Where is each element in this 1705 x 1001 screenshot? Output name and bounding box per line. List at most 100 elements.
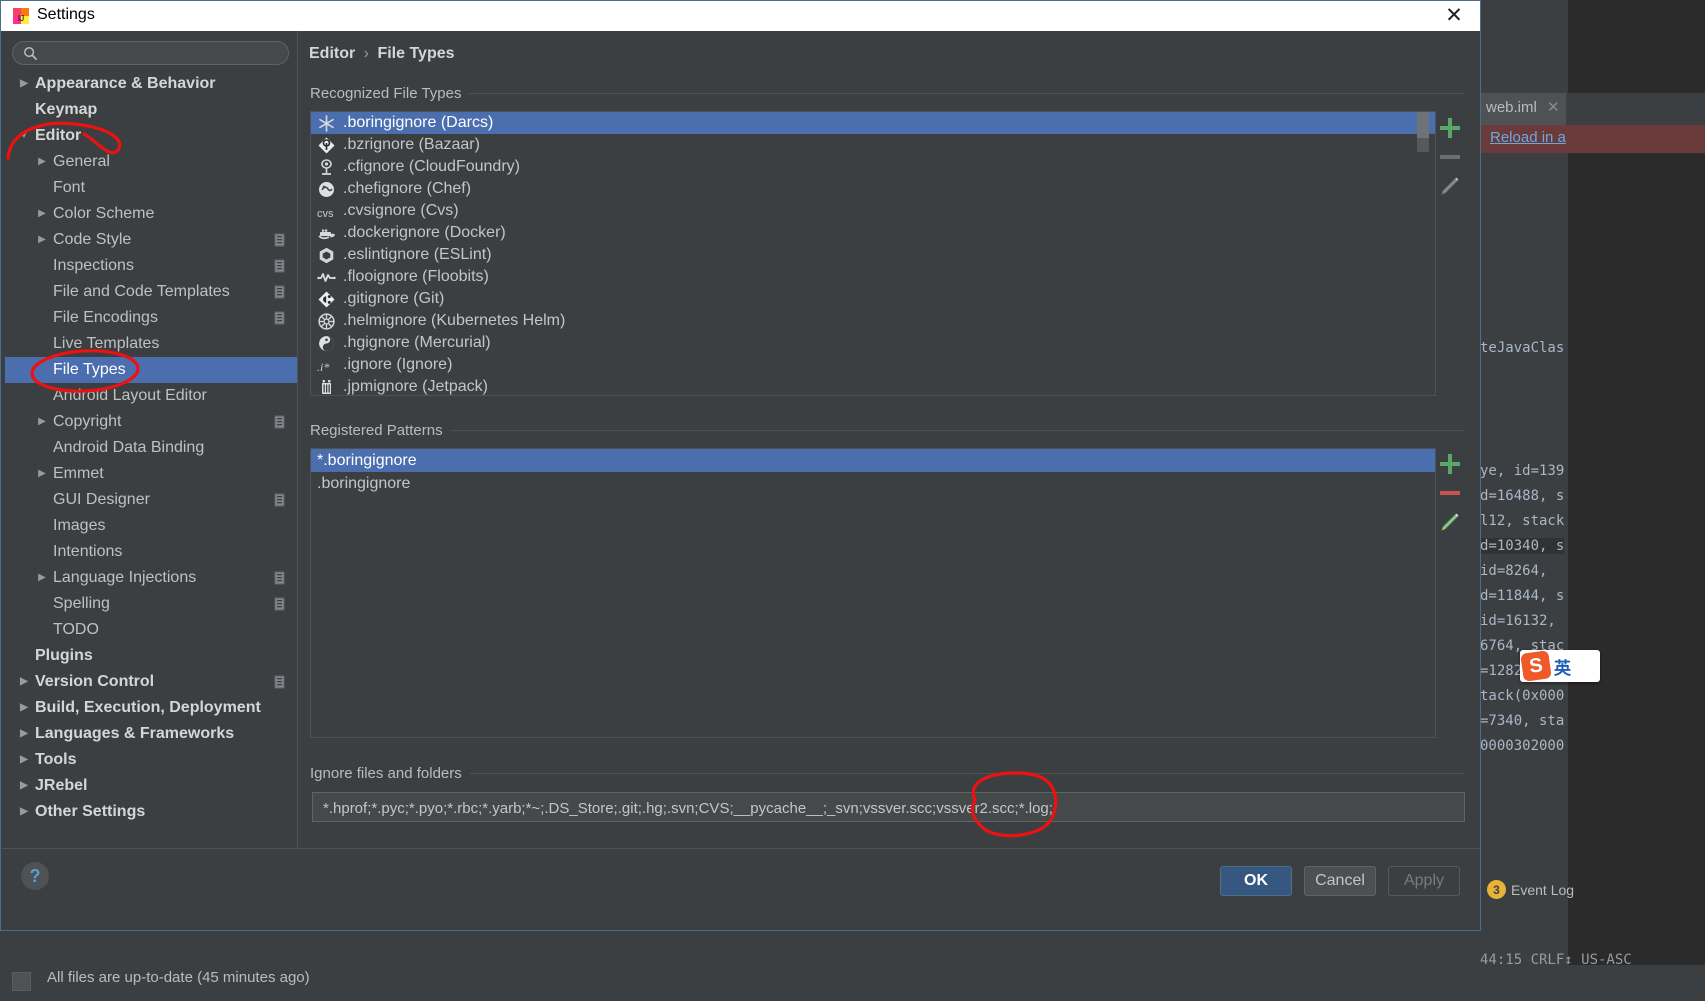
chevron-right-icon[interactable]: ▶: [17, 747, 31, 773]
chevron-right-icon[interactable]: ▶: [35, 201, 49, 227]
status-bar-toggle[interactable]: [12, 972, 31, 991]
pattern-row[interactable]: .boringignore: [311, 472, 1435, 495]
sidebar-item-build-execution-deployment[interactable]: ▶ Build, Execution, Deployment: [5, 695, 297, 721]
chevron-right-icon[interactable]: ▶: [35, 409, 49, 435]
sidebar-item-live-templates[interactable]: Live Templates: [5, 331, 297, 357]
chevron-right-icon[interactable]: ▶: [17, 695, 31, 721]
ok-button[interactable]: OK: [1220, 866, 1292, 896]
edit-file-type-button[interactable]: [1437, 173, 1463, 199]
sidebar-item-label: General: [53, 153, 110, 170]
sidebar-item-android-layout-editor[interactable]: Android Layout Editor: [5, 383, 297, 409]
file-type-row[interactable]: .jpmignore (Jetpack): [311, 376, 1435, 395]
chevron-right-icon[interactable]: ▶: [17, 799, 31, 825]
chevron-right-icon[interactable]: ▶: [17, 773, 31, 799]
file-type-label: .dockerignore (Docker): [343, 224, 506, 241]
chevron-right-icon[interactable]: ▶: [17, 669, 31, 695]
add-file-type-button[interactable]: [1437, 115, 1463, 141]
dialog-titlebar: IJ Settings ✕: [1, 1, 1480, 31]
sidebar-item-font[interactable]: Font: [5, 175, 297, 201]
settings-tree[interactable]: ▶ Appearance & Behavior Keymap ▼ Editor ▶ Gene…: [5, 71, 297, 848]
recognized-scrollbar-track[interactable]: [1417, 112, 1429, 395]
remove-pattern-button[interactable]: [1437, 480, 1463, 506]
sidebar-item-label: Version Control: [35, 673, 155, 690]
sidebar-item-file-and-code-templates[interactable]: File and Code Templates: [5, 279, 297, 305]
sidebar-item-label: Spelling: [53, 595, 110, 612]
file-type-row[interactable]: .boringignore (Darcs): [311, 112, 1435, 134]
sidebar-item-tools[interactable]: ▶ Tools: [5, 747, 297, 773]
registered-patterns-list[interactable]: *.boringignore .boringignore: [310, 448, 1436, 738]
chevron-right-icon[interactable]: ▶: [17, 71, 31, 97]
file-type-row[interactable]: .i* .ignore (Ignore): [311, 354, 1435, 376]
cloudfoundry-icon: [317, 158, 336, 177]
sidebar-item-jrebel[interactable]: ▶ JRebel: [5, 773, 297, 799]
recognized-scrollbar-thumb[interactable]: [1417, 112, 1429, 138]
sidebar-item-version-control[interactable]: ▶ Version Control: [5, 669, 297, 695]
pattern-row[interactable]: *.boringignore: [311, 449, 1435, 472]
recognized-file-types-list[interactable]: .boringignore (Darcs) .bzrignore (Bazaar)…: [310, 111, 1436, 396]
apply-button[interactable]: Apply: [1388, 866, 1460, 896]
sidebar-item-label: Appearance & Behavior: [35, 75, 216, 92]
file-type-row[interactable]: .eslintignore (ESLint): [311, 244, 1435, 266]
chevron-right-icon[interactable]: ▶: [35, 565, 49, 591]
sidebar-item-file-types[interactable]: File Types: [5, 357, 297, 383]
remove-file-type-button[interactable]: [1437, 144, 1463, 170]
file-type-row[interactable]: .dockerignore (Docker): [311, 222, 1435, 244]
add-pattern-button[interactable]: [1437, 451, 1463, 477]
sidebar-item-other-settings[interactable]: ▶ Other Settings: [5, 799, 297, 825]
reload-project-link[interactable]: Reload in a: [1490, 129, 1566, 146]
sidebar-item-language-injections[interactable]: ▶ Language Injections: [5, 565, 297, 591]
file-type-label: .helmignore (Kubernetes Helm): [343, 312, 566, 329]
sidebar-item-label: TODO: [53, 621, 99, 638]
search-icon: [24, 47, 38, 61]
sidebar-item-emmet[interactable]: ▶ Emmet: [5, 461, 297, 487]
file-type-row[interactable]: .bzrignore (Bazaar): [311, 134, 1435, 156]
file-type-row[interactable]: .hgignore (Mercurial): [311, 332, 1435, 354]
sidebar-item-plugins[interactable]: Plugins: [5, 643, 297, 669]
chevron-right-icon[interactable]: ▶: [35, 149, 49, 175]
ignore-files-field[interactable]: [312, 792, 1465, 822]
file-type-row[interactable]: .gitignore (Git): [311, 288, 1435, 310]
sidebar-item-todo[interactable]: TODO: [5, 617, 297, 643]
sidebar-item-appearance-behavior[interactable]: ▶ Appearance & Behavior: [5, 71, 297, 97]
file-type-row[interactable]: cvs .cvsignore (Cvs): [311, 200, 1435, 222]
sidebar-item-inspections[interactable]: Inspections: [5, 253, 297, 279]
close-icon[interactable]: ✕: [1547, 99, 1560, 116]
sidebar-item-gui-designer[interactable]: GUI Designer: [5, 487, 297, 513]
sidebar-item-intentions[interactable]: Intentions: [5, 539, 297, 565]
sidebar-item-code-style[interactable]: ▶ Code Style: [5, 227, 297, 253]
file-type-label: .flooignore (Floobits): [343, 268, 489, 285]
chevron-right-icon[interactable]: ▶: [17, 721, 31, 747]
sidebar-item-android-data-binding[interactable]: Android Data Binding: [5, 435, 297, 461]
file-type-row[interactable]: .cfignore (CloudFoundry): [311, 156, 1435, 178]
section-rule: [469, 93, 1465, 94]
search-input[interactable]: [43, 44, 283, 65]
sidebar-item-languages-frameworks[interactable]: ▶ Languages & Frameworks: [5, 721, 297, 747]
search-box[interactable]: [12, 41, 289, 65]
help-button[interactable]: ?: [21, 862, 49, 890]
event-log-label: Event Log: [1511, 881, 1575, 898]
file-type-row[interactable]: .chefignore (Chef): [311, 178, 1435, 200]
close-icon[interactable]: ✕: [1442, 4, 1466, 28]
file-type-row[interactable]: .helmignore (Kubernetes Helm): [311, 310, 1435, 332]
edit-pattern-button[interactable]: [1437, 509, 1463, 535]
sidebar-item-file-encodings[interactable]: File Encodings: [5, 305, 297, 331]
chevron-down-icon[interactable]: ▼: [17, 123, 31, 149]
event-log-button[interactable]: 3 Event Log: [1487, 880, 1574, 899]
sidebar-item-editor[interactable]: ▼ Editor: [5, 123, 297, 149]
chevron-right-icon[interactable]: ▶: [35, 227, 49, 253]
sidebar-item-label: Editor: [35, 127, 82, 144]
file-type-label: .ignore (Ignore): [343, 356, 453, 373]
sidebar-item-copyright[interactable]: ▶ Copyright: [5, 409, 297, 435]
sidebar-item-spelling[interactable]: Spelling: [5, 591, 297, 617]
sidebar-item-color-scheme[interactable]: ▶ Color Scheme: [5, 201, 297, 227]
sidebar-item-keymap[interactable]: Keymap: [5, 97, 297, 123]
file-type-row[interactable]: .flooignore (Floobits): [311, 266, 1435, 288]
project-scope-icon: [274, 597, 285, 611]
ignore-files-input[interactable]: [321, 797, 1460, 820]
cancel-button[interactable]: Cancel: [1304, 866, 1376, 896]
sidebar-item-images[interactable]: Images: [5, 513, 297, 539]
chevron-right-icon[interactable]: ▶: [35, 461, 49, 487]
sidebar-item-general[interactable]: ▶ General: [5, 149, 297, 175]
file-type-label: .jpmignore (Jetpack): [343, 378, 488, 395]
project-scope-icon: [274, 259, 285, 273]
